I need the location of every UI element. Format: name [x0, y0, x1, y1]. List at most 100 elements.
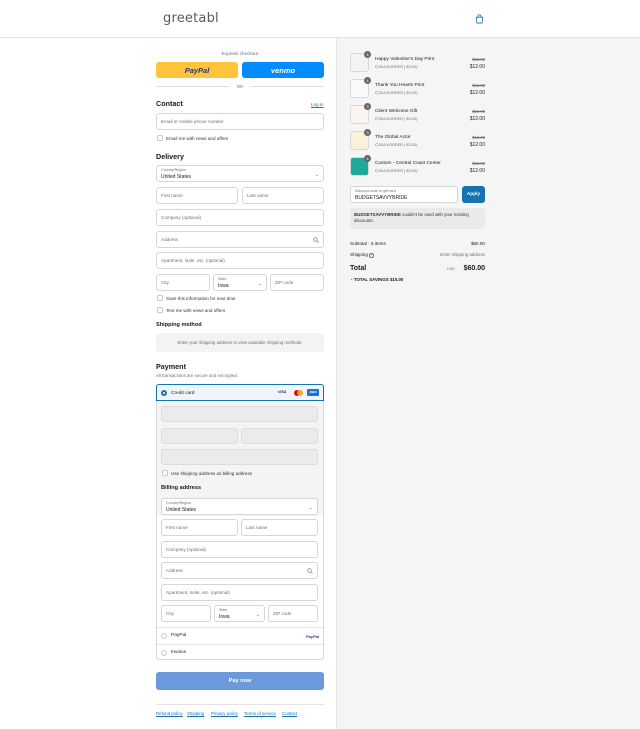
last-name-field[interactable]: Last name [242, 187, 324, 204]
refund-policy-link[interactable]: Refund policy [156, 711, 183, 716]
venmo-logo: venmo [270, 66, 296, 75]
cart-item-discount: ⌬ BULKORDER (-$3.00) [375, 91, 418, 95]
cart-item-name: The Global Actor [375, 135, 411, 140]
cart-item-original-price: $15.00 [472, 83, 485, 88]
discount-error-code: BUDGETSAVVYBRIDE [354, 212, 401, 217]
info-icon[interactable]: ? [369, 253, 374, 258]
cart-item-price: $12.00 [469, 64, 485, 70]
discount-error-text: BUDGETSAVVYBRIDE couldn't be used with y… [354, 212, 482, 224]
billing-last-name-field[interactable]: Last name [241, 519, 318, 536]
subtotal-label: Subtotal · 5 items [350, 241, 386, 246]
pay-now-button[interactable]: Pay now [156, 672, 324, 690]
first-name-field[interactable]: First name [156, 187, 238, 204]
privacy-policy-link[interactable]: Privacy policy [211, 711, 238, 716]
apartment-field[interactable]: Apartment, suite, etc. (optional) [156, 252, 324, 269]
mastercard-circle-orange [297, 390, 303, 396]
billing-apartment-field[interactable]: Apartment, suite, etc. (optional) [161, 584, 318, 601]
subtotal-value: $60.00 [470, 241, 485, 246]
apply-label: Apply [466, 191, 481, 197]
cart-item-thumbnail: 4 [350, 77, 371, 98]
billing-company-placeholder: Company (optional) [166, 547, 207, 552]
billing-state-value: Iowa [219, 614, 230, 620]
newsletter-checkbox[interactable] [157, 135, 163, 141]
address-field[interactable]: Address [156, 231, 324, 248]
credit-card-radio[interactable] [161, 390, 167, 396]
paypal-radio[interactable] [161, 633, 167, 639]
billing-state-select[interactable]: State Iowa ⌄ [214, 605, 265, 622]
billing-first-name-field[interactable]: First name [161, 519, 238, 536]
card-name-field[interactable] [161, 449, 318, 465]
express-checkout-title: Express checkout [221, 51, 259, 56]
paypal-option-label: PayPal [171, 633, 187, 638]
city-field[interactable]: City [156, 274, 210, 291]
country-select[interactable]: Country/Region United States ⌄ [156, 165, 324, 182]
cart-item-name: Thank You Hearts Print [375, 83, 425, 88]
billing-country-label: Country/Region [166, 501, 191, 505]
login-link[interactable]: Log in [311, 102, 324, 107]
shipping-method-notice: Enter your shipping address to view avai… [156, 333, 324, 352]
company-field[interactable]: Company (optional) [156, 209, 324, 226]
paypal-express-button[interactable]: PayPal [156, 62, 238, 78]
billing-address-field[interactable]: Address [161, 562, 318, 579]
chevron-down-icon: ⌄ [255, 612, 260, 618]
apartment-placeholder: Apartment, suite, etc. (optional) [161, 258, 225, 263]
greetabl-logo[interactable]: greetabl [163, 11, 219, 26]
venmo-express-button[interactable]: venmo [242, 62, 324, 78]
credit-card-label: Credit card [171, 390, 195, 396]
cart-item-original-price: $15.00 [472, 57, 485, 62]
shipping-link[interactable]: Shipping [187, 711, 204, 716]
save-info-label: Save this information for next time [166, 295, 236, 301]
invoice-option[interactable]: Invoice [157, 645, 323, 660]
billing-company-field[interactable]: Company (optional) [161, 541, 318, 558]
chevron-down-icon: ⌄ [257, 281, 262, 287]
zip-field[interactable]: ZIP code [270, 274, 324, 291]
billing-first-name-placeholder: First name [166, 525, 188, 530]
text-me-checkbox[interactable] [157, 307, 163, 313]
currency-label: USD [447, 267, 456, 271]
card-cvv-field[interactable] [241, 428, 318, 444]
contact-link[interactable]: Contact [282, 711, 297, 716]
billing-city-field[interactable]: City [161, 605, 211, 622]
billing-apartment-placeholder: Apartment, suite, etc. (optional) [166, 590, 230, 595]
billing-country-select[interactable]: Country/Region United States ⌄ [161, 498, 318, 515]
credit-card-option[interactable]: Credit card VISA AMEX [156, 384, 324, 401]
checkout-form: Express checkout PayPal venmo OR Contact… [0, 38, 336, 729]
chevron-down-icon: ⌄ [314, 172, 319, 178]
text-me-label: Text me with news and offers [166, 307, 226, 313]
tag-icon: ⌬ [375, 117, 380, 121]
card-expiry-field[interactable] [161, 428, 238, 444]
card-number-field[interactable] [161, 406, 318, 422]
cart-item-price: $12.00 [469, 142, 485, 148]
shipping-label-text: Shipping [350, 252, 368, 257]
cart-item-thumbnail: 4 [350, 51, 371, 72]
state-select[interactable]: State Iowa ⌄ [213, 274, 267, 291]
country-label: Country/Region [161, 168, 186, 172]
shipping-method-note: Enter your shipping address to view avai… [177, 340, 303, 345]
save-info-checkbox[interactable] [157, 295, 163, 301]
shopping-bag-icon[interactable] [475, 14, 484, 24]
search-icon [313, 237, 319, 243]
billing-address-placeholder: Address [166, 568, 183, 573]
state-value: Iowa [218, 283, 229, 289]
cart-item-thumbnail: 4 [350, 155, 371, 176]
cart-item-thumbnail: 3 [350, 129, 371, 150]
cart-item-price: $12.00 [469, 168, 485, 174]
apply-button[interactable]: Apply [462, 186, 485, 203]
savings-label: TOTAL SAVINGS [353, 277, 389, 282]
page-header: greetabl [0, 0, 640, 38]
discount-value: BUDGETSAVVYBRIDE [355, 195, 408, 201]
email-placeholder: Email or mobile phone number [161, 119, 224, 124]
address-placeholder: Address [161, 237, 178, 242]
cart-item-original-price: $15.00 [472, 135, 485, 140]
discount-code-field[interactable]: Discount code or gift card BUDGETSAVVYBR… [350, 186, 458, 203]
use-shipping-checkbox[interactable] [162, 470, 168, 476]
email-field[interactable]: Email or mobile phone number [156, 113, 324, 130]
billing-zip-field[interactable]: ZIP code [268, 605, 318, 622]
paypal-option[interactable]: PayPal PayPal [157, 628, 323, 644]
zip-placeholder: ZIP code [275, 280, 294, 285]
cart-item-name: Custom - Central Coast Center [375, 161, 441, 166]
cart-item-thumbnail: 3 [350, 103, 371, 124]
terms-of-service-link[interactable]: Terms of service [244, 711, 276, 716]
billing-city-placeholder: City [166, 611, 174, 616]
invoice-radio[interactable] [161, 649, 167, 656]
